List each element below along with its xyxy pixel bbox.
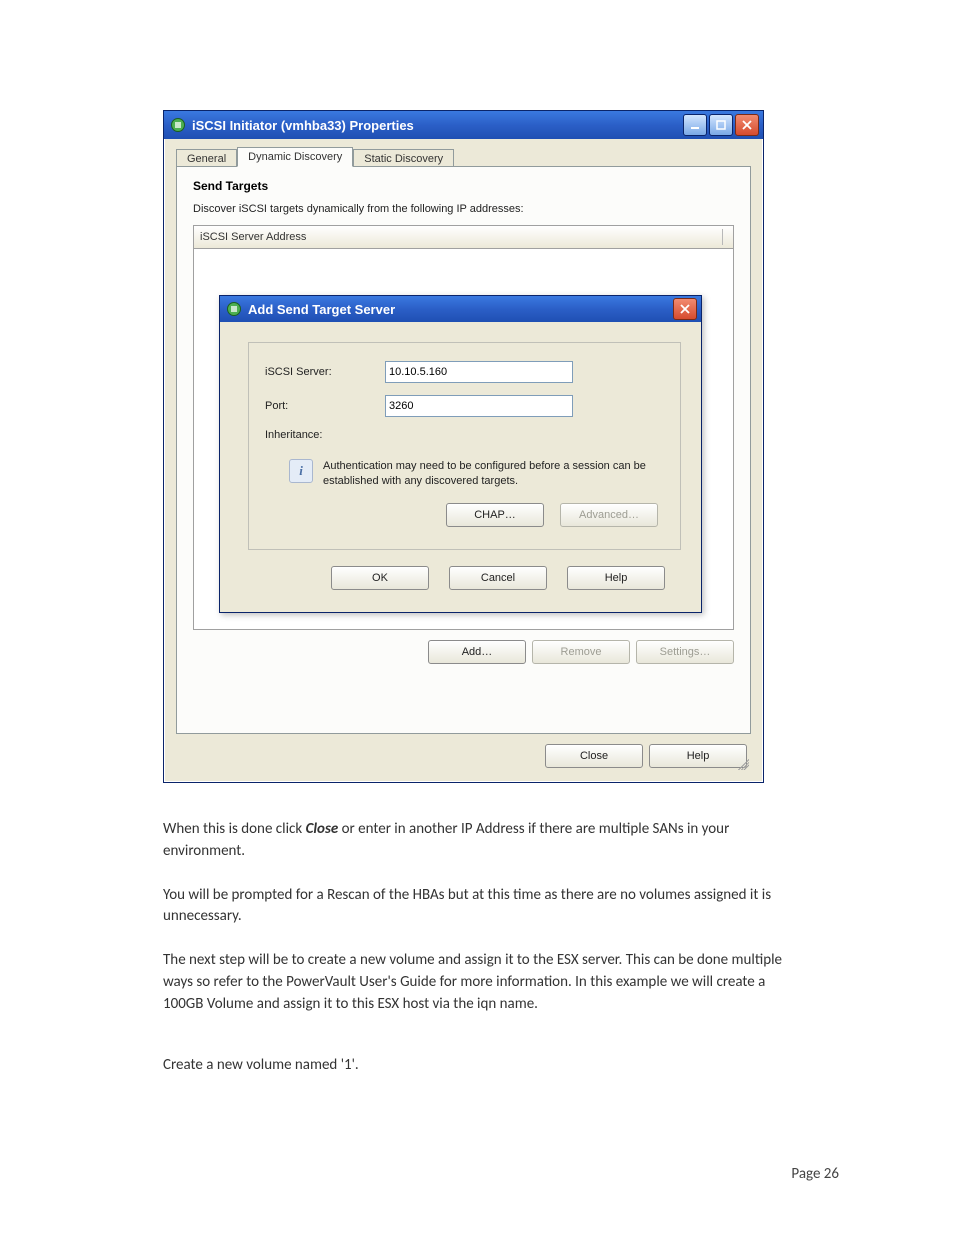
close-window-button[interactable] [735,114,759,136]
minimize-button[interactable] [683,114,707,136]
dialog-form-group: iSCSI Server: Port: Inheritance: [248,342,681,550]
add-send-target-dialog: Add Send Target Server iSCSI Server: [219,295,702,613]
column-separator[interactable] [722,229,723,245]
properties-window: iSCSI Initiator (vmhba33) Properties Gen… [163,110,764,783]
chap-button[interactable]: CHAP… [446,503,544,527]
info-text: Authentication may need to be configured… [323,459,664,489]
port-input[interactable] [385,395,573,417]
doc-paragraph-4: Create a new volume named '1'. [163,1055,799,1077]
dialog-help-button[interactable]: Help [567,566,665,590]
window-titlebar[interactable]: iSCSI Initiator (vmhba33) Properties [164,111,763,139]
dialog-titlebar[interactable]: Add Send Target Server [220,296,701,322]
tab-panel: Send Targets Discover iSCSI targets dyna… [176,166,751,734]
tab-dynamic-discovery[interactable]: Dynamic Discovery [237,147,353,167]
close-button[interactable]: Close [545,744,643,768]
inheritance-label: Inheritance: [265,429,385,441]
window-title: iSCSI Initiator (vmhba33) Properties [192,118,677,133]
section-title: Send Targets [193,179,734,193]
page-number: Page 26 [791,1165,839,1183]
add-button[interactable]: Add… [428,640,526,664]
maximize-button[interactable] [709,114,733,136]
tab-strip: General Dynamic Discovery Static Discove… [176,147,751,167]
dialog-title: Add Send Target Server [248,302,667,317]
iscsi-server-label: iSCSI Server: [265,366,385,378]
app-icon [170,117,186,133]
column-header-label: iSCSI Server Address [200,231,306,243]
dialog-app-icon [226,301,242,317]
doc-paragraph-3: The next step will be to create a new vo… [163,950,799,1015]
dialog-close-button[interactable] [673,298,697,320]
server-address-list[interactable]: Add Send Target Server iSCSI Server: [193,249,734,630]
document-body: When this is done click Close or enter i… [163,819,799,1077]
ok-button[interactable]: OK [331,566,429,590]
resize-grip[interactable] [735,756,749,770]
doc-paragraph-1: When this is done click Close or enter i… [163,819,799,863]
doc-paragraph-2: You will be prompted for a Rescan of the… [163,885,799,929]
cancel-button[interactable]: Cancel [449,566,547,590]
advanced-button[interactable]: Advanced… [560,503,658,527]
help-button[interactable]: Help [649,744,747,768]
list-column-header[interactable]: iSCSI Server Address [193,225,734,249]
info-icon: i [289,459,313,483]
settings-button: Settings… [636,640,734,664]
iscsi-server-input[interactable] [385,361,573,383]
section-description: Discover iSCSI targets dynamically from … [193,203,734,215]
remove-button: Remove [532,640,630,664]
port-label: Port: [265,400,385,412]
